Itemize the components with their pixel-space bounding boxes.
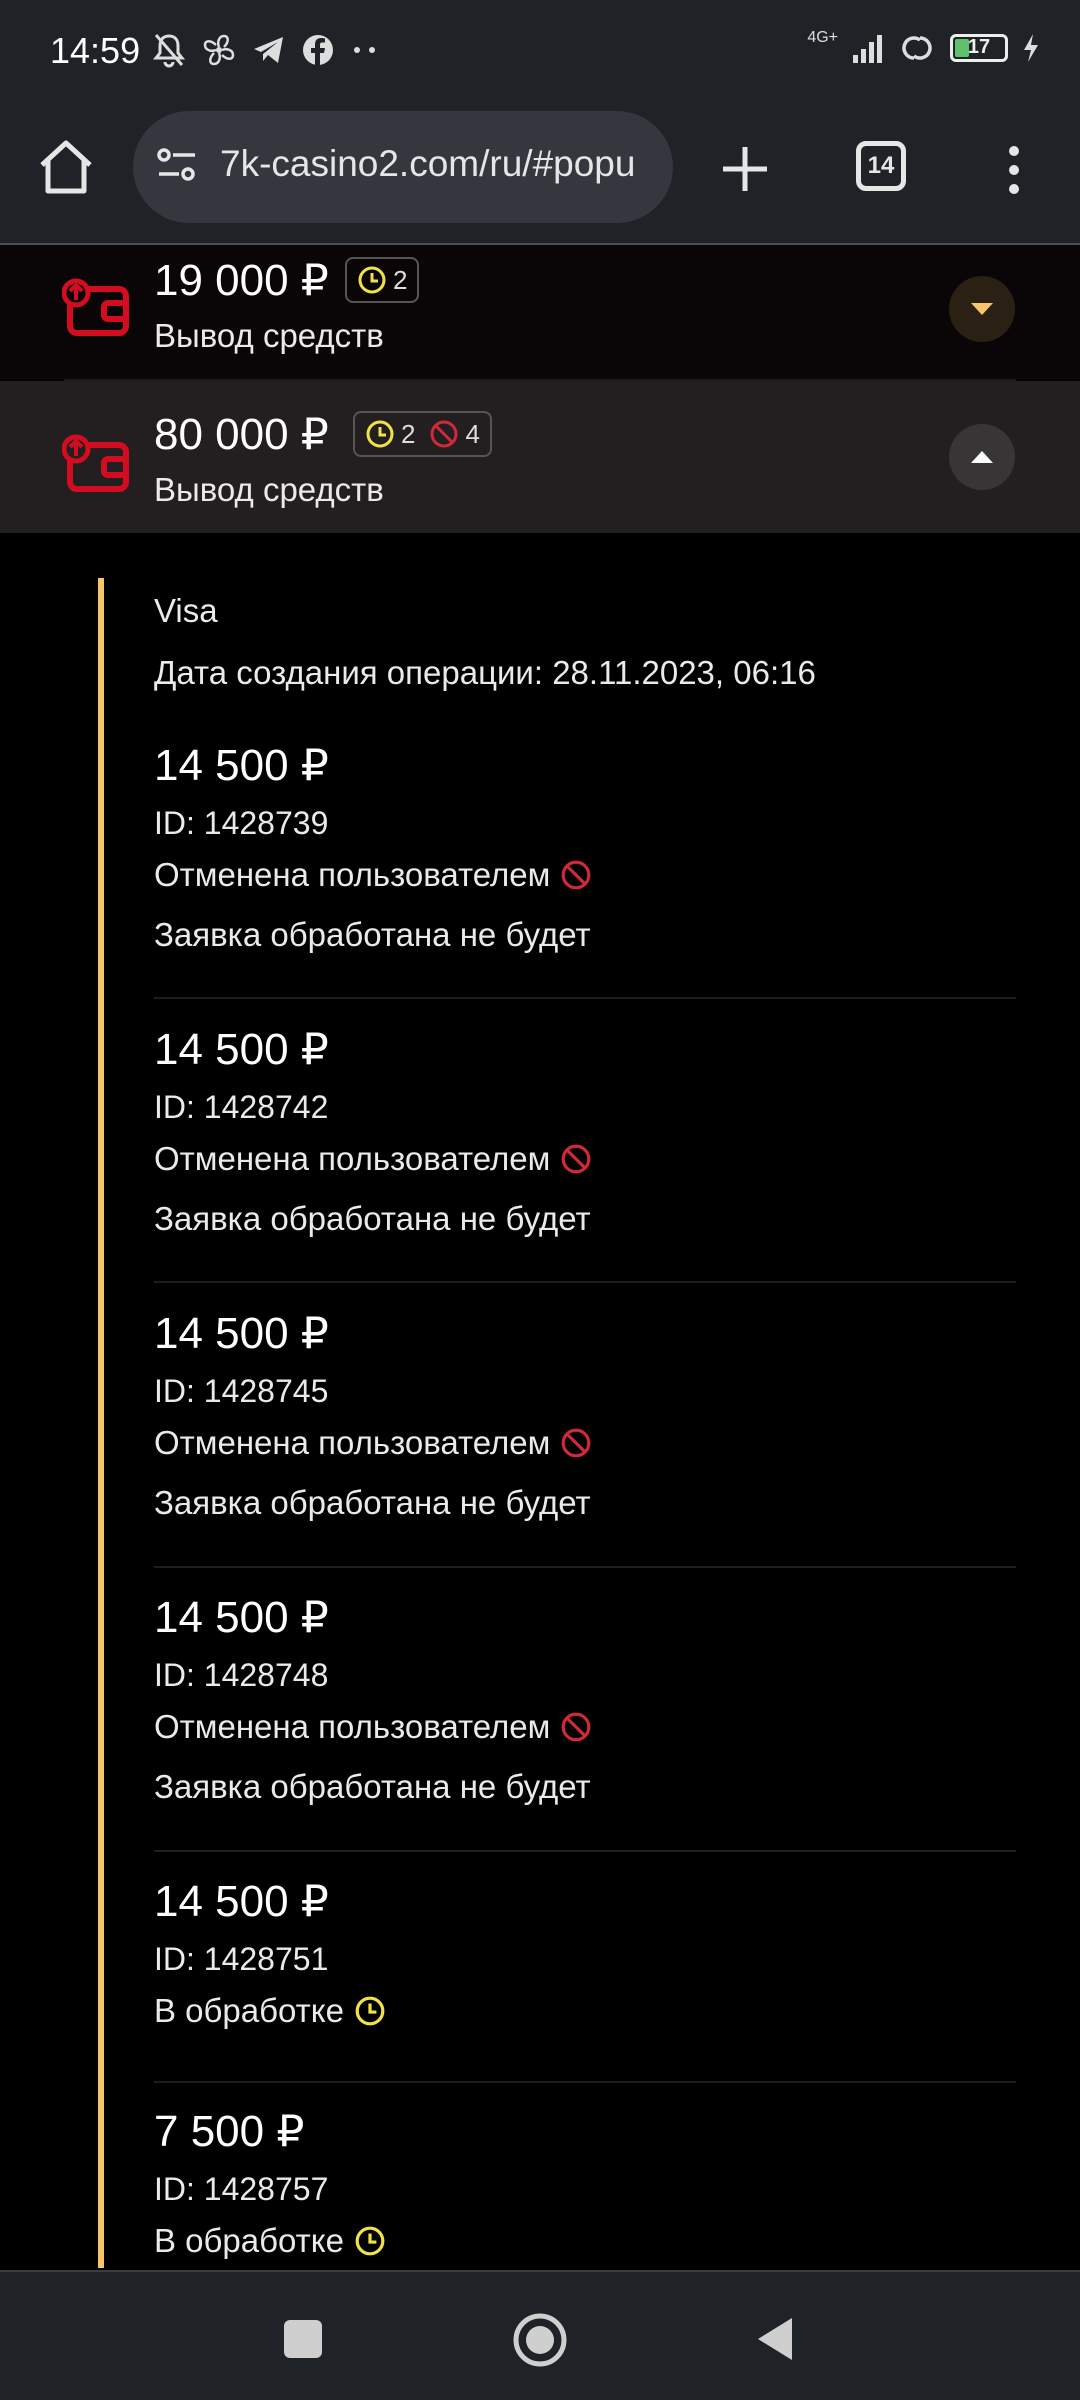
address-bar[interactable]: 7k-casino2.com/ru/#popu [133, 111, 673, 223]
facebook-icon [303, 35, 333, 65]
fan-icon [203, 34, 235, 66]
payment-method: Visa [154, 592, 218, 629]
operation-status: Отменена пользователем [154, 1140, 592, 1178]
clock-icon [358, 266, 386, 294]
withdrawal-label: Вывод средств [154, 471, 384, 508]
clock-icon [366, 420, 394, 448]
expand-button[interactable] [949, 276, 1015, 342]
operation-divider [154, 1281, 1016, 1283]
home-nav-icon[interactable] [512, 2312, 568, 2368]
operation-item: 14 500 ₽ ID: 1428745 Отменена пользовате… [154, 1308, 1016, 1548]
operation-note: Заявка обработана не будет [154, 916, 591, 953]
clock-icon [355, 2226, 385, 2256]
clock-icon [355, 1996, 385, 2026]
pending-count: 2 [393, 264, 408, 295]
operation-item: 14 500 ₽ ID: 1428739 Отменена пользовате… [154, 740, 1016, 980]
status-bar: 14:59 4G+ 17 [0, 0, 1080, 105]
charging-icon [1024, 34, 1038, 62]
withdrawal-row[interactable]: 80 000 ₽ 2 4 Вывод средств [0, 381, 1080, 533]
system-nav-bar [0, 2270, 1080, 2400]
withdrawal-amount: 80 000 ₽ [154, 410, 329, 459]
link-icon [902, 36, 932, 60]
back-nav-icon[interactable] [752, 2314, 798, 2364]
status-badge: 2 4 [353, 411, 492, 457]
operation-status: Отменена пользователем [154, 1708, 592, 1746]
status-badge: 2 [345, 257, 420, 303]
operation-divider [154, 1850, 1016, 1852]
collapse-button[interactable] [949, 424, 1015, 490]
operation-divider [154, 997, 1016, 999]
cancelled-icon [561, 1712, 591, 1742]
operation-divider [154, 2081, 1016, 2083]
telegram-icon [254, 37, 283, 63]
operation-note: Заявка обработана не будет [154, 1484, 591, 1521]
operation-divider [154, 1566, 1016, 1568]
operation-item: 14 500 ₽ ID: 1428742 Отменена пользовате… [154, 1024, 1016, 1264]
operation-note: Заявка обработана не будет [154, 1768, 591, 1805]
operation-note: Заявка обработана не будет [154, 1200, 591, 1237]
status-text: Отменена пользователем [154, 1708, 551, 1745]
status-text: Отменена пользователем [154, 1140, 551, 1177]
tab-switcher-button[interactable]: 14 [856, 141, 906, 191]
withdrawal-label: Вывод средств [154, 317, 384, 354]
site-settings-icon[interactable] [155, 145, 199, 185]
notification-icons [152, 32, 380, 68]
network-type: 4G+ [807, 29, 838, 46]
operation-amount: 14 500 ₽ [154, 1593, 329, 1642]
cancelled-icon [430, 420, 458, 448]
operation-id: ID: 1428739 [154, 805, 329, 841]
new-tab-icon[interactable] [715, 139, 775, 199]
cancelled-icon [561, 1144, 591, 1174]
operation-amount: 14 500 ₽ [154, 741, 329, 790]
battery-level: 17 [967, 36, 991, 58]
operation-status: Отменена пользователем [154, 1424, 592, 1462]
status-time: 14:59 [50, 30, 141, 71]
wallet-withdraw-icon [62, 434, 129, 492]
operation-created-date: Дата создания операции: 28.11.2023, 06:1… [154, 654, 816, 691]
details-accent-bar [98, 578, 104, 2268]
browser-toolbar: 7k-casino2.com/ru/#popu 14 [0, 105, 1080, 245]
dnd-bell-off-icon [152, 34, 186, 68]
url-text[interactable]: 7k-casino2.com/ru/#popu [220, 143, 660, 185]
overflow-menu-icon[interactable] [994, 145, 1034, 195]
status-text: В обработке [154, 2222, 344, 2259]
operation-item: 7 500 ₽ ID: 1428757 В обработке [154, 2106, 1016, 2270]
status-text: Отменена пользователем [154, 1424, 551, 1461]
operation-status: В обработке [154, 2222, 386, 2260]
recents-button[interactable] [284, 2320, 322, 2358]
operation-amount: 14 500 ₽ [154, 1309, 329, 1358]
operation-id: ID: 1428757 [154, 2171, 329, 2207]
status-text: Отменена пользователем [154, 856, 551, 893]
operation-status: Отменена пользователем [154, 856, 592, 894]
home-icon[interactable] [34, 135, 98, 199]
operation-id: ID: 1428751 [154, 1941, 329, 1977]
signal-icon [853, 35, 882, 63]
cancelled-count: 4 [465, 418, 480, 449]
operation-amount: 14 500 ₽ [154, 1877, 329, 1926]
chevron-up-icon [971, 451, 993, 463]
more-dots-icon [354, 47, 375, 53]
status-text: В обработке [154, 1992, 344, 2029]
system-icons: 4G+ 17 [807, 29, 1040, 64]
withdrawal-row[interactable]: 19 000 ₽ 2 Вывод средств [0, 245, 1080, 379]
operation-id: ID: 1428748 [154, 1657, 329, 1693]
cancelled-icon [561, 860, 591, 890]
battery-icon: 17 [950, 34, 1008, 62]
cancelled-icon [561, 1428, 591, 1458]
operation-id: ID: 1428745 [154, 1373, 329, 1409]
operation-item: 14 500 ₽ ID: 1428751 В обработке [154, 1876, 1016, 2056]
withdrawal-amount: 19 000 ₽ [154, 256, 329, 305]
operation-status: В обработке [154, 1992, 386, 2030]
chevron-down-icon [971, 303, 993, 315]
wallet-withdraw-icon [62, 278, 129, 336]
operation-amount: 7 500 ₽ [154, 2107, 305, 2156]
pending-count: 2 [401, 418, 416, 449]
operation-amount: 14 500 ₽ [154, 1025, 329, 1074]
operation-item: 14 500 ₽ ID: 1428748 Отменена пользовате… [154, 1592, 1016, 1832]
operation-id: ID: 1428742 [154, 1089, 329, 1125]
